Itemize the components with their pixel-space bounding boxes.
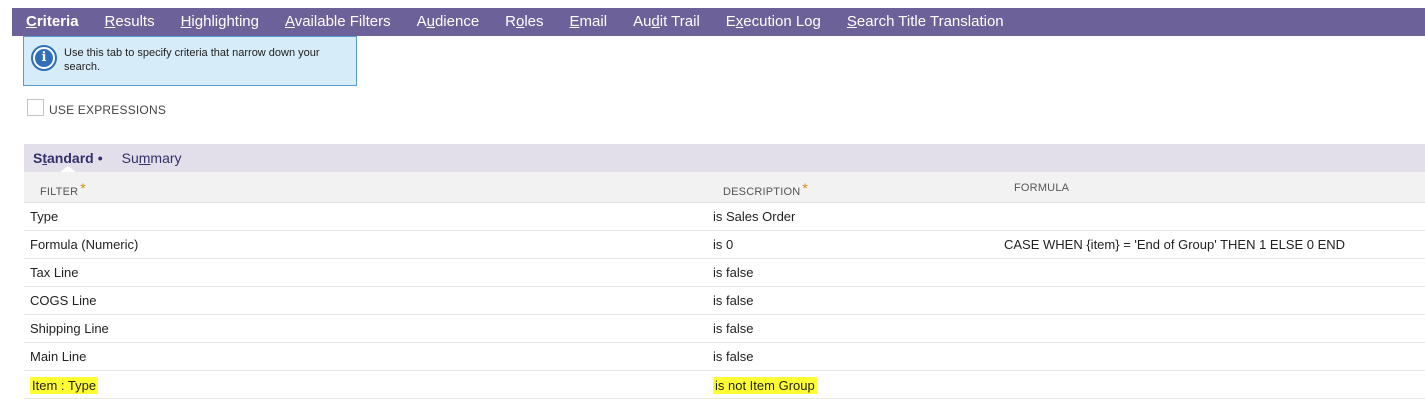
cell-description: is Sales Order — [713, 209, 796, 224]
subtab-summary[interactable]: Summary — [122, 150, 182, 166]
table-row[interactable]: Formula (Numeric) is 0 CASE WHEN {item} = … — [24, 231, 1425, 259]
cell-description: is false — [713, 265, 754, 280]
use-expressions-checkbox[interactable] — [27, 98, 44, 116]
cell-description: is 0 — [713, 237, 734, 252]
info-text: Use this tab to specify criteria that na… — [64, 47, 320, 73]
tab-roles[interactable]: Roles — [505, 8, 543, 36]
cell-description: is false — [713, 293, 754, 308]
tab-criteria[interactable]: Criteria — [26, 8, 79, 36]
grid-body: Type is Sales Order Formula (Numeric) is 0 C… — [24, 203, 1425, 399]
grid-header: FILTER * DESCRIPTION * FORMULA — [24, 172, 1425, 203]
info-tooltip: i Use this tab to specify criteria that … — [23, 36, 357, 86]
cell-description: is false — [713, 321, 754, 336]
cell-filter: Item : Type — [30, 377, 99, 394]
subtab-bar: Standard • Summary — [24, 144, 1425, 172]
cell-description: is not Item Group — [713, 377, 817, 394]
use-expressions-option: USE EXPRESSIONS — [27, 97, 166, 117]
tab-results[interactable]: Results — [105, 8, 155, 36]
subtab-standard[interactable]: Standard — [33, 150, 94, 166]
header-description: DESCRIPTION * — [723, 180, 809, 198]
tab-highlighting[interactable]: Highlighting — [181, 8, 259, 36]
main-tab-bar: Criteria Results Highlighting Available Fil… — [12, 8, 1425, 36]
header-formula: FORMULA — [1014, 182, 1070, 194]
table-row[interactable]: COGS Line is false — [24, 287, 1425, 315]
required-marker: * — [80, 180, 86, 196]
table-row[interactable]: Shipping Line is false — [24, 315, 1425, 343]
cell-filter: Main Line — [30, 349, 87, 364]
use-expressions-label: USE EXPRESSIONS — [49, 103, 167, 117]
header-filter: FILTER * — [40, 180, 86, 198]
table-row[interactable]: Type is Sales Order — [24, 203, 1425, 231]
subtab-active-dot: • — [97, 150, 103, 166]
tab-search-title-translation[interactable]: Search Title Translation — [847, 8, 1004, 36]
table-row[interactable]: Item : Type is not Item Group — [24, 371, 1425, 399]
tab-email[interactable]: Email — [570, 8, 608, 36]
table-row[interactable]: Main Line is false — [24, 343, 1425, 371]
criteria-grid: FILTER * DESCRIPTION * FORMULA Type is Sale… — [24, 172, 1425, 399]
required-marker: * — [802, 180, 809, 196]
cell-filter: COGS Line — [30, 293, 97, 308]
cell-description: is false — [713, 349, 754, 364]
tab-execution-log[interactable]: Execution Log — [726, 8, 821, 36]
cell-filter: Tax Line — [30, 265, 79, 280]
cell-filter: Type — [30, 209, 59, 224]
cell-filter: Shipping Line — [30, 321, 109, 336]
tab-audience[interactable]: Audience — [417, 8, 480, 36]
cell-filter: Formula (Numeric) — [30, 237, 139, 252]
table-row[interactable]: Tax Line is false — [24, 259, 1425, 287]
info-icon: i — [31, 45, 57, 71]
tab-audit-trail[interactable]: Audit Trail — [633, 8, 700, 36]
tab-available-filters[interactable]: Available Filters — [285, 8, 391, 36]
cell-formula: CASE WHEN {item} = 'End of Group' THEN 1… — [1004, 237, 1346, 252]
